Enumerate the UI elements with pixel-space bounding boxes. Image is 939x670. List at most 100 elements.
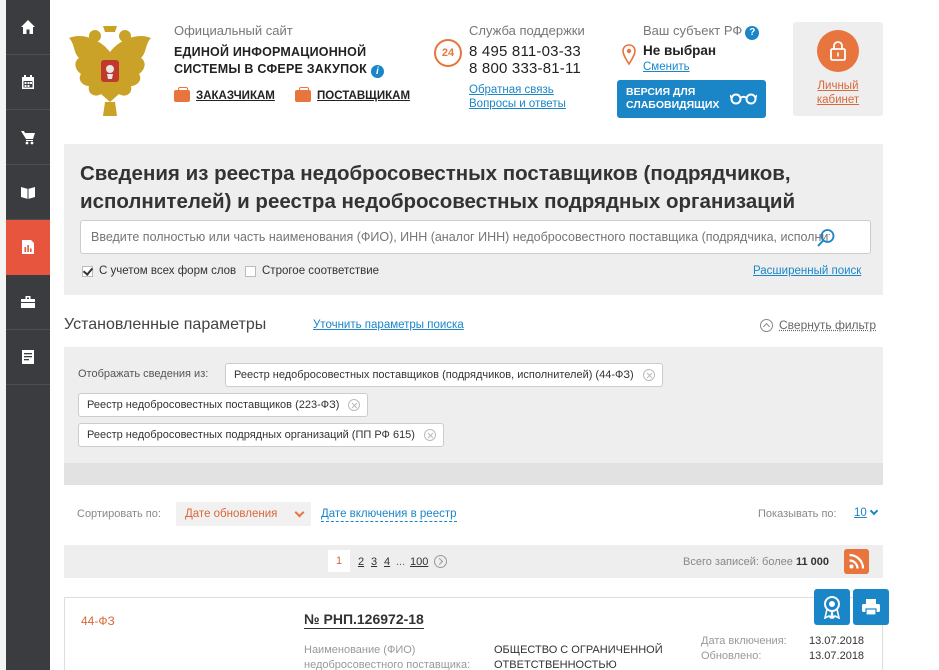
sidebar-item-home[interactable] <box>6 0 50 55</box>
award-button[interactable] <box>814 589 850 625</box>
phone-2: 8 800 333-81-11 <box>469 60 581 77</box>
card-number-link[interactable]: № РНП.126972-18 <box>304 611 424 629</box>
customers-link[interactable]: ЗАКАЗЧИКАМ <box>174 90 275 102</box>
region-caption: Ваш субъект РФ? <box>643 23 759 40</box>
page-ellipsis: ... <box>396 556 405 568</box>
filter-tag[interactable]: Реестр недобросовестных подрядных органи… <box>78 423 444 447</box>
report-icon <box>20 239 36 255</box>
card-updated-label: Обновлено: <box>701 650 761 662</box>
personal-account-button[interactable]: Личный кабинет <box>793 22 883 116</box>
chevron-up-icon <box>760 319 773 332</box>
briefcase-icon <box>174 90 190 102</box>
customers-link-label: ЗАКАЗЧИКАМ <box>196 90 275 102</box>
pagination-bar: 1 2 3 4 ... 100 Всего записей: более 11 … <box>64 545 883 578</box>
left-sidebar <box>6 0 50 670</box>
all-word-forms-checkbox[interactable]: С учетом всех форм слов <box>82 265 236 277</box>
card-name-value: ОБЩЕСТВО С ОГРАНИЧЕННОЙ ОТВЕТСТВЕННОСТЬЮ <box>494 643 663 670</box>
close-icon[interactable] <box>424 429 436 441</box>
per-page-label: Показывать по: <box>758 508 837 520</box>
filter-tag[interactable]: Реестр недобросовестных поставщиков (под… <box>225 363 663 387</box>
sidebar-item-reports[interactable] <box>6 220 50 275</box>
checkbox-unchecked <box>245 266 256 277</box>
card-name-value-line1: ОБЩЕСТВО С ОГРАНИЧЕННОЙ <box>494 643 663 658</box>
site-name-line2: СИСТЕМЫ В СФЕРЕ ЗАКУПОК <box>174 62 367 76</box>
sidebar-item-documents[interactable] <box>6 330 50 385</box>
glasses-icon <box>730 92 757 105</box>
feedback-link[interactable]: Обратная связь <box>469 84 554 96</box>
search-icon[interactable] <box>816 228 836 248</box>
home-icon <box>20 19 36 35</box>
lock-icon <box>817 30 859 72</box>
search-input[interactable] <box>80 220 871 254</box>
printer-icon <box>861 598 881 616</box>
region-caption-text: Ваш субъект РФ <box>643 23 742 38</box>
total-records-value: 11 000 <box>796 556 829 568</box>
low-vision-button[interactable]: ВЕРСИЯ ДЛЯ СЛАБОВИДЯЩИХ <box>617 80 766 118</box>
info-icon[interactable]: i <box>371 65 384 78</box>
region-value: Не выбран <box>643 43 716 58</box>
coat-of-arms-logo[interactable] <box>63 22 157 118</box>
card-name-label-line1: Наименование (ФИО) <box>304 643 470 658</box>
collapse-filter-label: Свернуть фильтр <box>779 318 876 332</box>
close-icon[interactable] <box>348 399 360 411</box>
sort-select[interactable]: Дате обновления <box>176 502 311 526</box>
chevron-down-icon[interactable] <box>870 507 878 515</box>
card-included-value: 13.07.2018 <box>809 635 864 647</box>
checkbox-checked <box>82 266 93 277</box>
page-link[interactable]: 2 <box>358 556 364 568</box>
card-law: 44-ФЗ <box>81 614 115 628</box>
filter-panel: Отображать сведения из: Реестр недобросо… <box>64 347 883 485</box>
print-button[interactable] <box>853 589 889 625</box>
card-name-label-line2: недобросовестного поставщика: <box>304 658 470 670</box>
suppliers-link[interactable]: ПОСТАВЩИКАМ <box>295 90 410 102</box>
result-card: 44-ФЗ № РНП.126972-18 Наименование (ФИО)… <box>64 597 883 670</box>
sort-by-inclusion-date[interactable]: Дате включения в реестр <box>321 508 457 522</box>
page-link[interactable]: 3 <box>371 556 377 568</box>
page-link[interactable]: 4 <box>384 556 390 568</box>
all-word-forms-label: С учетом всех форм слов <box>99 265 236 277</box>
help-icon[interactable]: ? <box>745 26 759 40</box>
advanced-search-link[interactable]: Расширенный поиск <box>753 265 861 277</box>
support-caption: Служба поддержки <box>469 23 585 38</box>
personal-account-label: Личный кабинет <box>793 79 883 107</box>
sidebar-item-briefcase[interactable] <box>6 275 50 330</box>
collapse-filter-button[interactable]: Свернуть фильтр <box>760 318 876 332</box>
filter-tag-label: Реестр недобросовестных подрядных органи… <box>87 429 415 441</box>
site-name[interactable]: ЕДИНОЙ ИНФОРМАЦИОННОЙ СИСТЕМЫ В СФЕРЕ ЗА… <box>174 44 384 78</box>
award-icon <box>821 595 843 619</box>
filter-panel-footer <box>64 463 883 485</box>
personal-account-line1: Личный <box>793 79 883 93</box>
briefcase-icon <box>20 294 36 310</box>
rss-icon[interactable] <box>844 549 869 574</box>
strict-match-checkbox[interactable]: Строгое соответствие <box>245 265 379 277</box>
phone-1: 8 495 811-03-33 <box>469 43 581 60</box>
total-records-label: Всего записей: более <box>683 556 793 568</box>
faq-link[interactable]: Вопросы и ответы <box>469 98 566 110</box>
refine-params-link[interactable]: Уточнить параметры поиска <box>313 319 464 331</box>
card-name-label: Наименование (ФИО) недобросовестного пос… <box>304 643 470 670</box>
card-included-label: Дата включения: <box>701 635 787 647</box>
suppliers-link-label: ПОСТАВЩИКАМ <box>317 90 410 102</box>
per-page-select[interactable]: 10 <box>854 507 867 519</box>
sidebar-item-cart[interactable] <box>6 110 50 165</box>
filter-tag-label: Реестр недобросовестных поставщиков (под… <box>234 369 634 381</box>
close-icon[interactable] <box>643 369 655 381</box>
region-change-link[interactable]: Сменить <box>643 61 690 73</box>
site-name-line1: ЕДИНОЙ ИНФОРМАЦИОННОЙ <box>174 44 384 61</box>
next-page-icon[interactable] <box>434 555 447 568</box>
calendar-icon <box>20 74 36 90</box>
sidebar-item-book[interactable] <box>6 165 50 220</box>
show-from-label: Отображать сведения из: <box>78 368 208 380</box>
page-link-last[interactable]: 100 <box>410 556 428 568</box>
card-name-value-line2: ОТВЕТСТВЕННОСТЬЮ <box>494 658 663 670</box>
card-updated-value: 13.07.2018 <box>809 650 864 662</box>
sidebar-item-calendar[interactable] <box>6 55 50 110</box>
cart-icon <box>20 129 36 145</box>
location-pin-icon <box>622 44 636 66</box>
sort-selected-value: Дате обновления <box>185 508 277 520</box>
sort-label: Сортировать по: <box>77 508 161 520</box>
search-panel: Сведения из реестра недобросовестных пос… <box>64 144 883 295</box>
filter-tag[interactable]: Реестр недобросовестных поставщиков (223… <box>78 393 368 417</box>
page-current[interactable]: 1 <box>328 550 350 572</box>
site-name-line2-wrap: СИСТЕМЫ В СФЕРЕ ЗАКУПОК i <box>174 61 384 78</box>
